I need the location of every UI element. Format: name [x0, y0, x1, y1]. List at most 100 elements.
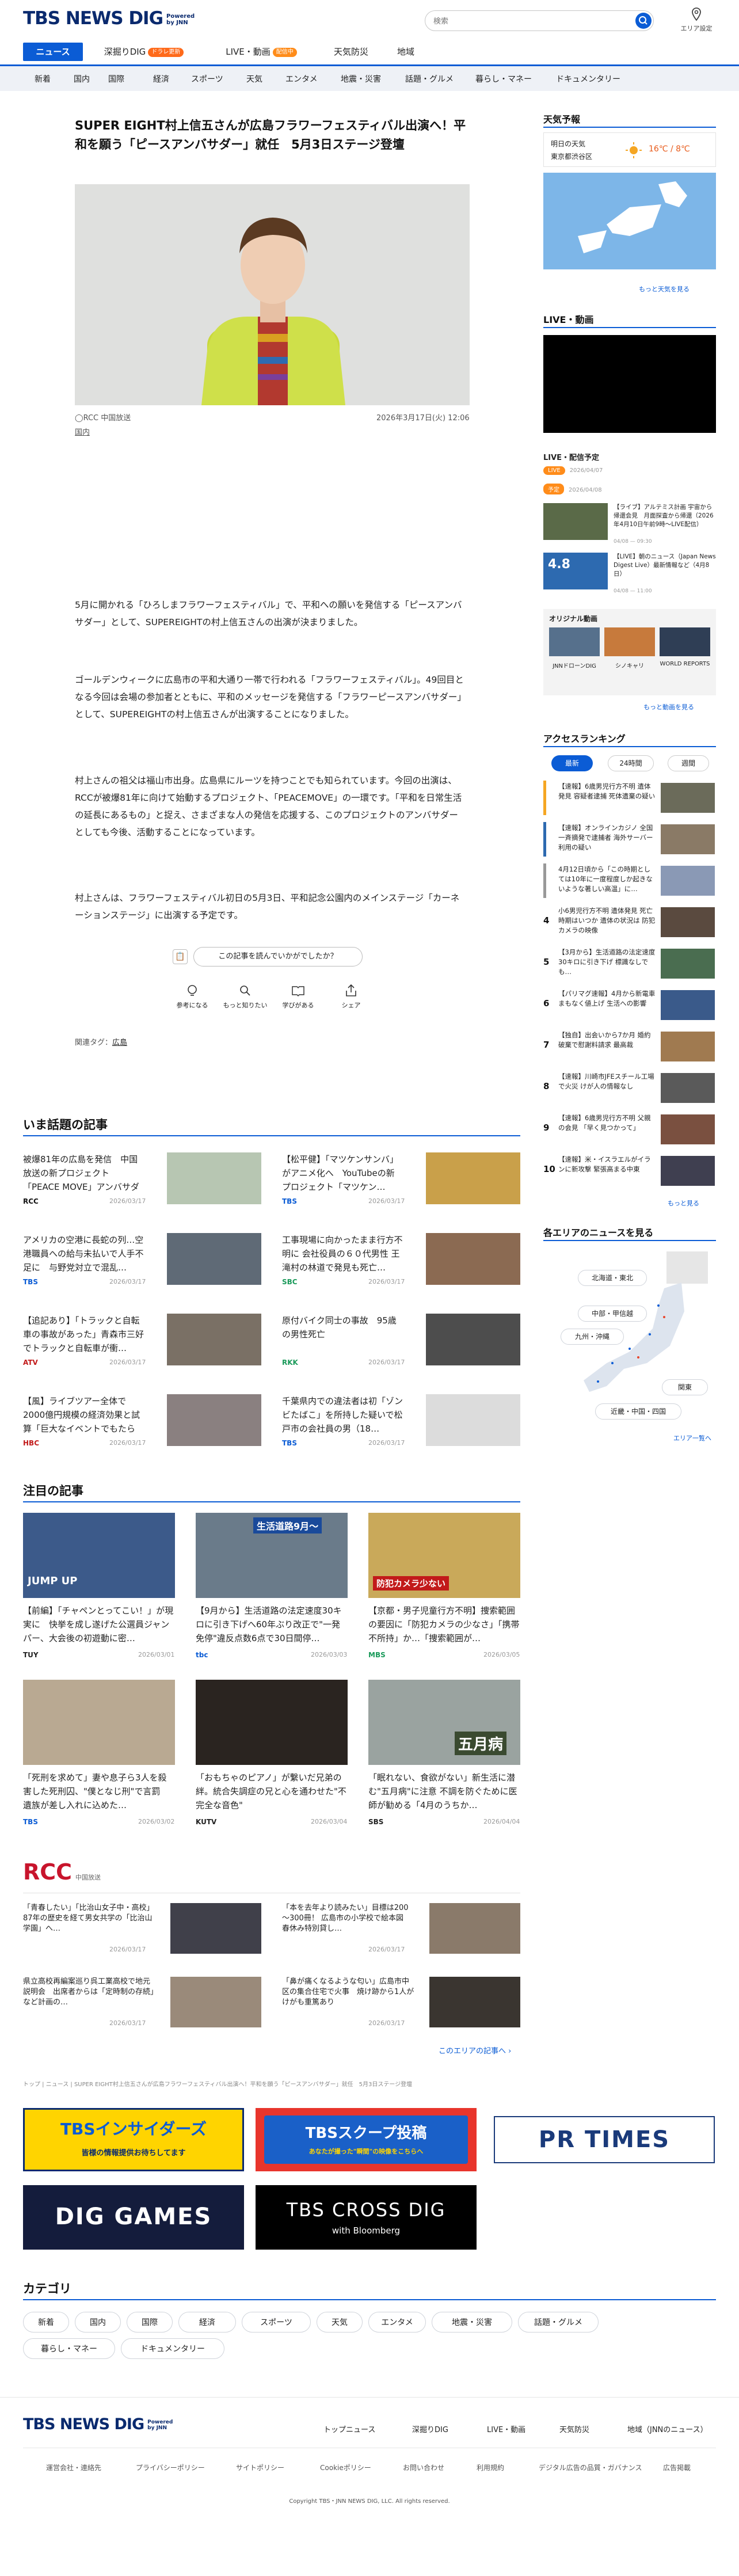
footer-sublink[interactable]: 利用規約 [477, 2463, 504, 2472]
footer-link-weather[interactable]: 天気防災 [559, 2423, 589, 2434]
footer-sublink[interactable]: Cookieポリシー [320, 2463, 371, 2472]
trending-item[interactable]: アメリカの空港に長蛇の列…空港職員への給与未払いで人手不足に 与野党対立で混乱…… [23, 1233, 261, 1291]
schedule-item[interactable]: LIVE 2026/04/07 [543, 465, 716, 478]
footer-link-live[interactable]: LIVE・動画 [487, 2423, 525, 2434]
ranking-item[interactable]: 7 【独自】出会いから7か月 婚約破棄で慰謝料請求 最高裁 [543, 1029, 716, 1064]
area-settings-button[interactable]: エリア設定 [676, 7, 717, 33]
category-chip[interactable]: 話題・グルメ [518, 2312, 599, 2333]
cross-dig-banner[interactable]: TBS CROSS DIG with Bloomberg [256, 2185, 477, 2250]
regional-station-logo[interactable]: RCC 中国放送 [23, 1859, 101, 1885]
category-chip[interactable]: 国際 [127, 2312, 173, 2333]
cat-international[interactable]: 国際 [108, 73, 124, 85]
area-button-kyushu[interactable]: 九州・沖縄 [561, 1329, 624, 1345]
original-thumb[interactable] [549, 627, 600, 656]
trending-item[interactable]: 被爆81年の広島を発信 中国放送の新プロジェクト「PEACE MOVE」アンバサ… [23, 1152, 261, 1210]
weather-more-link[interactable]: もっと天気を見る [639, 284, 690, 294]
nav-weather[interactable]: 天気防災 [328, 43, 374, 61]
area-button-kinki[interactable]: 近畿・中国・四国 [595, 1403, 681, 1420]
cat-money[interactable]: 暮らし・マネー [475, 73, 532, 85]
cat-sports[interactable]: スポーツ [191, 73, 223, 85]
video-more-link[interactable]: もっと動画を見る [643, 702, 694, 711]
cat-weather[interactable]: 天気 [246, 73, 262, 85]
reaction-helpful[interactable]: 参考になる [169, 983, 215, 1010]
ranking-tab-weekly[interactable]: 週間 [668, 755, 709, 771]
weather-summary[interactable]: 明日の天気 東京都渋谷区 16℃ / 8℃ [543, 132, 716, 167]
ranking-item[interactable]: 8 【速報】川崎市JFEスチール工場で火災 けが人の情報なし [543, 1071, 716, 1105]
area-button-hokkaido[interactable]: 北海道・東北 [578, 1270, 647, 1286]
trending-item[interactable]: 【風】ライブツアー全体で2000億円規模の経済効果と試算「巨大なイベントでもたら… [23, 1394, 261, 1452]
footer-link-dig[interactable]: 深掘りDIG [412, 2423, 448, 2434]
ranking-item[interactable]: 4 小6男児行方不明 遺体発見 死亡時期はいつか 遺体の状況は 防犯カメラの映像 [543, 905, 716, 939]
trending-item[interactable]: 原付バイク同士の事故 95歳の男性死亡 RKK 2026/03/17 [282, 1314, 520, 1371]
category-chip[interactable]: スポーツ [242, 2312, 311, 2333]
regional-more-link[interactable]: このエリアの記事へ › [439, 2045, 511, 2056]
trending-item[interactable]: 【松平健】「マツケンサンバ」がアニメ化へ YouTubeの新プロジェクト「マツケ… [282, 1152, 520, 1210]
ranking-item[interactable]: 【速報】オンラインカジノ 全国一斉摘発で逮捕者 海外サーバー利用の疑い [543, 822, 716, 857]
category-chip[interactable]: 天気 [317, 2312, 363, 2333]
ranking-item[interactable]: 【速報】6歳男児行方不明 遺体発見 容疑者逮捕 死体遺棄の疑い [543, 781, 716, 815]
schedule-item[interactable]: 予定 2026/04/08 [543, 484, 716, 496]
live-player[interactable] [543, 335, 716, 433]
footer-sublink[interactable]: デジタル広告の品質・ガバナンス [539, 2463, 642, 2472]
search-button[interactable] [635, 13, 652, 29]
category-chip[interactable]: 新着 [23, 2312, 69, 2333]
featured-item[interactable]: 「おもちゃのピアノ」が繋いだ兄弟の絆。統合失調症の兄と心を通わせた"不完全な音色… [196, 1680, 348, 1829]
original-thumb[interactable] [660, 627, 710, 656]
tag-link[interactable]: 広島 [112, 1038, 127, 1047]
ranking-item[interactable]: 4月12日頃から「この時期としては10年に一度程度しか起きないような著しい高温」… [543, 863, 716, 898]
cat-disaster[interactable]: 地震・災害 [341, 73, 381, 85]
prtimes-banner[interactable]: PR TIMES [494, 2116, 715, 2163]
footer-link-region[interactable]: 地域（JNNのニュース） [627, 2423, 708, 2434]
trending-item[interactable]: 千葉県内での違法者は初「ゾンビたばこ」を所持した疑いで松戸市の会社員の男（18…… [282, 1394, 520, 1452]
category-chip[interactable]: エンタメ [368, 2312, 426, 2333]
footer-sublink[interactable]: 広告掲載 [663, 2463, 691, 2472]
nav-live[interactable]: LIVE・動画 配信中 [216, 43, 306, 61]
footer-link-top[interactable]: トップニュース [323, 2423, 375, 2434]
category-chip[interactable]: 暮らし・マネー [23, 2338, 115, 2359]
regional-item[interactable]: 「本を去年より読みたい」目標は200～300冊！ 広島市の小学校で絵本図 春休み… [282, 1903, 520, 1956]
ranking-tab-latest[interactable]: 最新 [551, 755, 593, 771]
reaction-know-more[interactable]: もっと知りたい [222, 983, 268, 1010]
cat-domestic[interactable]: 国内 [74, 73, 90, 85]
weather-map[interactable] [543, 173, 716, 269]
ranking-tab-24h[interactable]: 24時間 [608, 755, 654, 771]
trending-item[interactable]: 工事現場に向かったまま行方不明に 会社役員の６０代男性 王滝村の林道で発見も死亡… [282, 1233, 520, 1291]
live-item[interactable]: 【ライブ】アルテミス計画 宇宙から帰還会見 月面探査から帰還（2026年4月10… [543, 503, 716, 545]
cat-new[interactable]: 新着 [35, 73, 51, 85]
reaction-learn[interactable]: 学びがある [275, 983, 321, 1010]
cat-economy[interactable]: 経済 [153, 73, 169, 85]
trending-item[interactable]: 【追記あり】「トラックと自転車の事故があった」青森市三好でトラックと自転車が衝…… [23, 1314, 261, 1371]
category-chip[interactable]: ドキュメンタリー [121, 2338, 224, 2359]
regional-item[interactable]: 「青春したい」｢比治山女子中・高校｣ 87年の歴史を経て男女共学の「比治山学園」… [23, 1903, 261, 1956]
area-button-chubu[interactable]: 中部・甲信越 [578, 1306, 647, 1322]
search-input[interactable] [433, 16, 629, 27]
footer-sublink[interactable]: プライバシーポリシー [136, 2463, 205, 2472]
nav-region[interactable]: 地域 [391, 43, 420, 61]
featured-item[interactable]: JUMP UP 【前編】「チャペンとってこい！」が現実に 快挙を成し遂げた公選員ジ… [23, 1513, 175, 1662]
nav-fukabori[interactable]: 深掘りDIG ドラレ更新 [98, 43, 190, 61]
featured-item[interactable]: 五月病 「眠れない、食欲がない」新生活に潜む"五月病"に注意 不調を防ぐために医師… [368, 1680, 520, 1829]
category-chip[interactable]: 経済 [178, 2312, 236, 2333]
regional-item[interactable]: 県立高校再編案巡り呉工業高校で地元説明会 出席者からは「定時制の存続」など計画の… [23, 1977, 261, 2030]
footer-sublink[interactable]: 運営会社・連絡先 [46, 2463, 101, 2472]
featured-item[interactable]: 「死刑を求めて」妻や息子ら3人を殺害した死刑囚、"僕となじ刑"で言罰 遺族が差し… [23, 1680, 175, 1829]
original-thumb[interactable] [604, 627, 655, 656]
cat-documentary[interactable]: ドキュメンタリー [556, 73, 620, 85]
article-source[interactable]: ◯RCC 中国放送 [75, 412, 131, 423]
live-item[interactable]: 4.8 【LIVE】朝のニュース（Japan News Digest Live）… [543, 553, 716, 594]
footer-sublink[interactable]: お問い合わせ [403, 2463, 444, 2472]
ranking-more-link[interactable]: もっと見る [668, 1198, 699, 1208]
regional-item[interactable]: 「鼻が痛くなるような匂い」広島市中区の集合住宅で火事 焼け跡から1人がけがも重篤… [282, 1977, 520, 2030]
dig-games-banner[interactable]: DIG GAMES [23, 2185, 244, 2250]
insiders-banner[interactable]: TBSインサイダーズ 皆様の情報提供お待ちしてます [23, 2108, 244, 2171]
category-chip[interactable]: 地震・災害 [432, 2312, 512, 2333]
footer-logo[interactable]: TBS NEWS DIG Powered by JNN [23, 2415, 177, 2433]
cat-entertainment[interactable]: エンタメ [285, 73, 318, 85]
cat-gourmet[interactable]: 話題・グルメ [405, 73, 454, 85]
ranking-item[interactable]: 10 【速報】米・イスラエルがイランに新攻撃 緊張高まる中東 [543, 1154, 716, 1188]
ranking-item[interactable]: 6 【パリマグ速報】4月から新電車 まもなく値上げ 生活への影響 [543, 988, 716, 1022]
share-button[interactable]: シェア [328, 983, 374, 1010]
article-category-link[interactable]: 国内 [75, 426, 90, 437]
ranking-item[interactable]: 5 【3月から】生活道路の法定速度30キロに引き下げ 標識なしでも… [543, 946, 716, 981]
ranking-item[interactable]: 9 【速報】6歳男児行方不明 父親の会見 「早く見つかって」 [543, 1112, 716, 1147]
